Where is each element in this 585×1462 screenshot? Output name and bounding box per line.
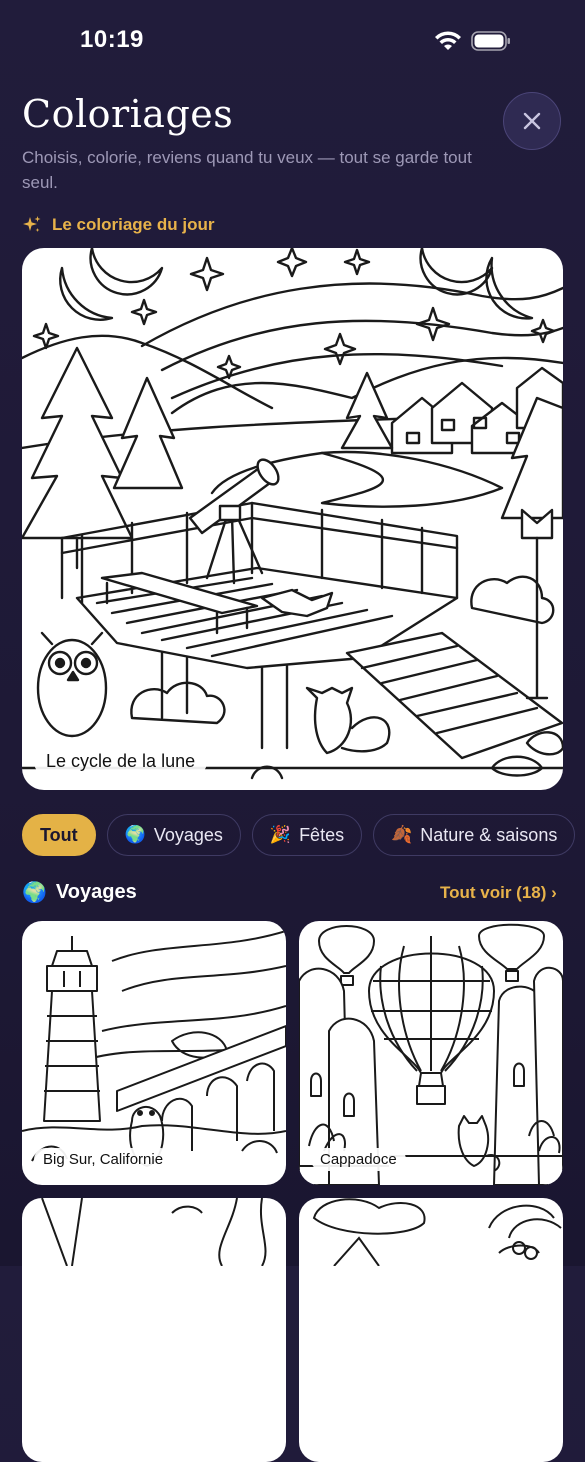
daily-label-text: Le coloriage du jour	[52, 215, 215, 234]
wifi-icon	[435, 31, 461, 50]
leaf-icon: 🍂	[391, 825, 413, 844]
coloring-card[interactable]	[299, 1198, 563, 1462]
card-title: Big Sur, Californie	[34, 1148, 173, 1171]
coloring-illustration	[41, 1198, 267, 1266]
chip-label: Tout	[40, 824, 78, 845]
globe-icon: 🌍	[22, 882, 47, 904]
observatory-coloring-illustration	[22, 248, 563, 780]
daily-card-title: Le cycle de la lune	[34, 747, 208, 776]
section-title-text: Voyages	[55, 881, 137, 903]
daily-coloring-card[interactable]: Le cycle de la lune	[22, 248, 563, 790]
see-all-link[interactable]: Tout voir (18) ›	[440, 883, 557, 903]
chip-label: Fêtes	[299, 824, 345, 845]
page-title: Coloriages	[22, 92, 234, 136]
chip-voyages[interactable]: 🌍 Voyages	[106, 814, 241, 856]
section-title-voyages: 🌍 Voyages	[22, 880, 137, 905]
battery-icon	[471, 31, 510, 51]
page-subtitle: Choisis, colorie, reviens quand tu veux …	[22, 148, 472, 192]
party-popper-icon: 🎉	[269, 825, 292, 844]
sparkles-icon	[23, 216, 41, 232]
daily-section-label: Le coloriage du jour	[22, 215, 214, 235]
category-chips: Tout 🌍 Voyages 🎉 Fêtes 🍂 Nature & saison…	[22, 814, 585, 858]
globe-icon: 🌍	[124, 825, 146, 844]
big-sur-coloring-illustration	[22, 930, 286, 1167]
chip-label: Voyages	[153, 824, 223, 845]
chip-label: Nature & saisons	[420, 824, 558, 845]
card-title: Cappadoce	[311, 1148, 406, 1171]
status-time: 10:19	[80, 26, 144, 53]
chip-all[interactable]: Tout	[22, 814, 96, 856]
coloring-card-big-sur[interactable]: Big Sur, Californie	[22, 921, 286, 1185]
close-icon	[523, 112, 541, 130]
coloring-card[interactable]	[22, 1198, 286, 1462]
chip-fetes[interactable]: 🎉 Fêtes	[251, 814, 363, 856]
close-button[interactable]	[503, 92, 561, 150]
cappadoce-coloring-illustration	[299, 923, 563, 1185]
coloring-card-cappadoce[interactable]: Cappadoce	[299, 921, 563, 1185]
coloring-illustration	[312, 1198, 562, 1266]
chip-nature-saisons[interactable]: 🍂 Nature & saisons	[373, 814, 576, 856]
